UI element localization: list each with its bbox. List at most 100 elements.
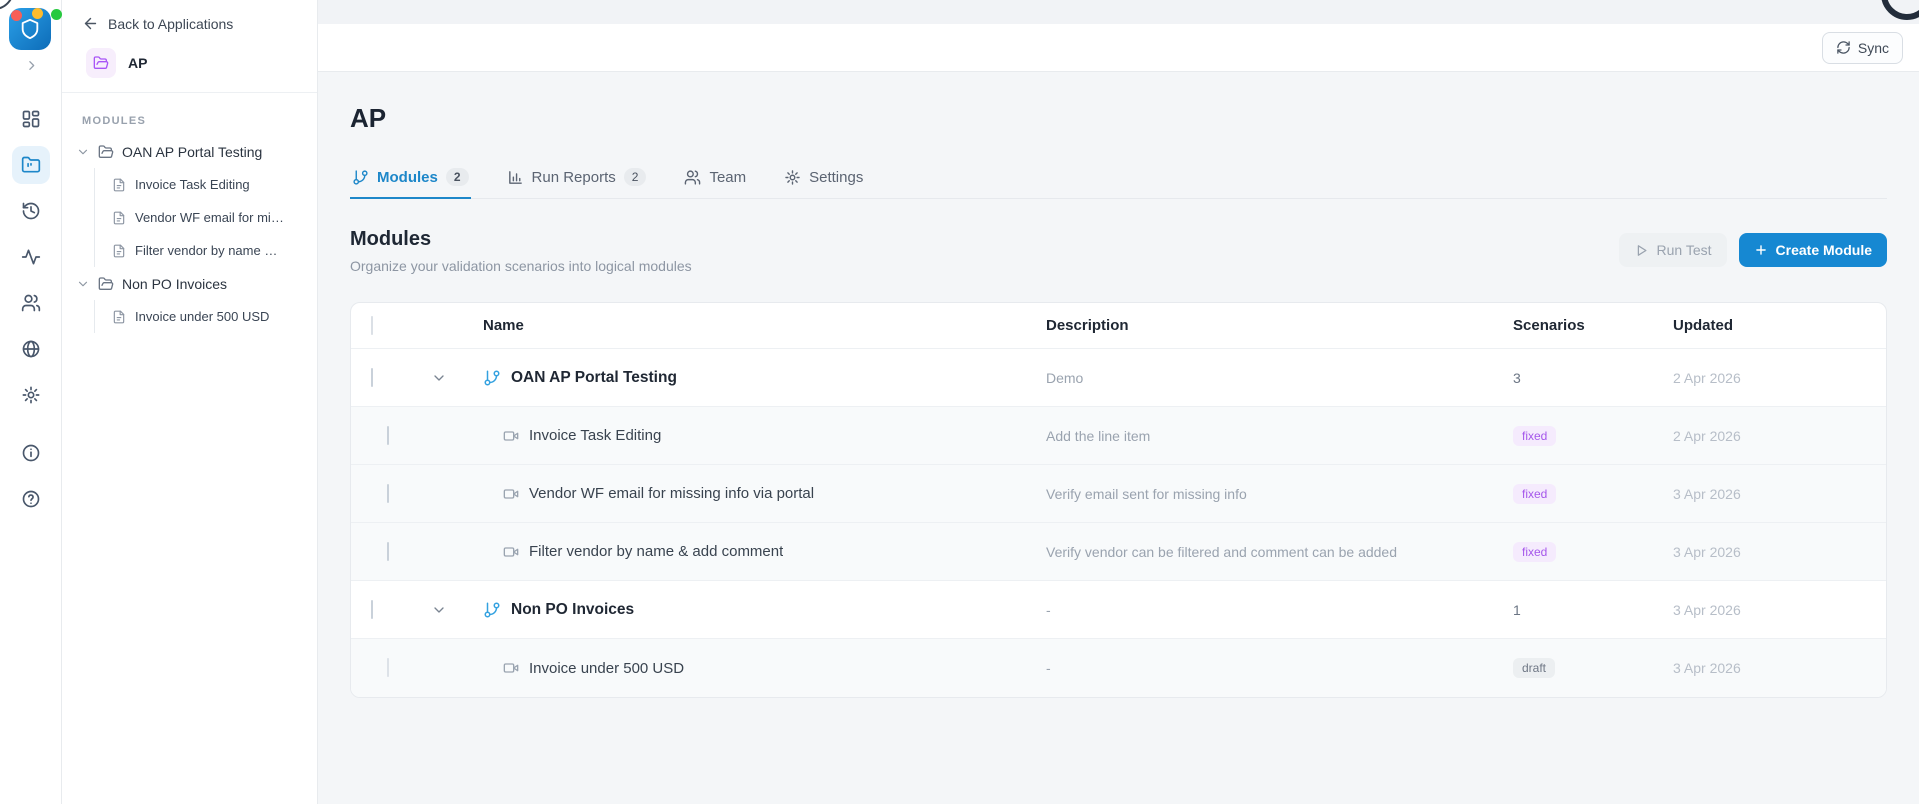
tab-run-reports[interactable]: Run Reports 2 [505, 159, 649, 198]
app-folder-badge [86, 48, 116, 78]
module-tree: OAN AP Portal Testing Invoice Task Editi… [62, 135, 317, 333]
column-header-scenarios: Scenarios [1513, 317, 1585, 334]
module-description: - [1046, 601, 1051, 618]
sync-label: Sync [1857, 39, 1889, 56]
select-all-checkbox[interactable] [371, 315, 373, 335]
run-test-label: Run Test [1656, 242, 1712, 258]
updated-date: 3 Apr 2026 [1673, 485, 1741, 502]
folder-open-icon [98, 276, 114, 292]
status-badge: fixed [1513, 541, 1557, 562]
create-module-button[interactable]: Create Module [1738, 233, 1887, 267]
sidebar-module-item[interactable]: Non PO Invoices [62, 267, 317, 300]
row-checkbox[interactable] [387, 425, 389, 445]
table-row-scenario[interactable]: Vendor WF email for missing info via por… [351, 465, 1886, 523]
file-icon [112, 178, 126, 192]
table-row-scenario[interactable]: Invoice Task Editing Add the line item f… [351, 407, 1886, 465]
sidebar-module-group: OAN AP Portal Testing Invoice Task Editi… [62, 135, 317, 267]
status-badge: fixed [1513, 483, 1557, 504]
tab-count-badge: 2 [623, 168, 647, 186]
table-row-module[interactable]: OAN AP Portal Testing Demo 3 2 Apr 2026 [351, 349, 1886, 407]
page-title: AP [350, 103, 387, 133]
video-icon [503, 428, 519, 444]
git-branch-icon [353, 169, 368, 185]
row-expander[interactable] [415, 370, 463, 386]
arrow-left-icon [84, 17, 97, 30]
section-subheading: Organize your validation scenarios into … [350, 258, 692, 274]
sync-button[interactable]: Sync [1821, 31, 1903, 64]
sidebar-scenario-label: Invoice Task Editing [135, 177, 250, 192]
back-to-applications-link[interactable]: Back to Applications [62, 0, 317, 38]
video-icon [503, 660, 519, 676]
traffic-light-green[interactable] [51, 9, 62, 20]
tab-settings[interactable]: Settings [782, 159, 865, 198]
rail-item-globe[interactable] [12, 330, 50, 368]
users-icon [685, 169, 701, 185]
updated-date: 2 Apr 2026 [1673, 427, 1741, 444]
tab-team[interactable]: Team [682, 159, 748, 198]
row-expander[interactable] [415, 602, 463, 618]
sidebar-expand-toggle[interactable] [0, 56, 62, 74]
current-app-row[interactable]: AP [62, 38, 317, 92]
chevron-down-icon[interactable] [76, 145, 90, 159]
row-checkbox[interactable] [387, 483, 389, 503]
sidebar-module-children: Invoice Task Editing Vendor WF email for… [94, 168, 317, 267]
row-checkbox[interactable] [387, 541, 389, 561]
column-header-name: Name [483, 317, 524, 334]
table-row-module[interactable]: Non PO Invoices - 1 3 Apr 2026 [351, 581, 1886, 639]
traffic-light-yellow[interactable] [32, 8, 43, 19]
rail-item-team[interactable] [12, 284, 50, 322]
sidebar-scenario-item[interactable]: Filter vendor by name & add comment [95, 234, 317, 267]
sidebar-scenario-item[interactable]: Vendor WF email for missing info via por… [95, 201, 317, 234]
table-row-scenario[interactable]: Invoice under 500 USD - draft 3 Apr 2026 [351, 639, 1886, 697]
sidebar-scenario-item[interactable]: Invoice under 500 USD [95, 300, 317, 333]
rail-item-info[interactable] [12, 434, 50, 472]
folder-icon [21, 156, 41, 173]
row-checkbox[interactable] [371, 599, 373, 619]
rail-item-history[interactable] [12, 192, 50, 230]
main-area: Sync AP Modules 2 Run Reports 2 Team Set… [318, 0, 1919, 804]
section-header: Modules Organize your validation scenari… [350, 226, 692, 274]
sidebar-module-label: OAN AP Portal Testing [122, 143, 263, 160]
tab-label: Settings [809, 168, 864, 186]
chevron-down-icon[interactable] [76, 277, 90, 291]
rail-item-settings[interactable] [12, 376, 50, 414]
history-icon [22, 202, 40, 220]
activity-icon [21, 249, 41, 265]
app-window: Back to Applications AP MODULES OAN AP P… [0, 0, 1919, 804]
rail-item-dashboard[interactable] [12, 100, 50, 138]
file-icon [112, 244, 126, 258]
bar-chart-icon [508, 170, 522, 184]
users-icon [21, 294, 41, 312]
globe-icon [22, 340, 40, 358]
status-badge: fixed [1513, 425, 1557, 446]
sidebar-scenario-label: Invoice under 500 USD [135, 309, 270, 324]
rail-item-activity[interactable] [12, 238, 50, 276]
run-test-button[interactable]: Run Test [1618, 233, 1727, 267]
tab-label: Modules [377, 168, 438, 186]
table-body: OAN AP Portal Testing Demo 3 2 Apr 2026 … [351, 349, 1886, 697]
scenario-description: - [1046, 660, 1051, 676]
updated-date: 3 Apr 2026 [1673, 543, 1741, 560]
scenario-name: Filter vendor by name & add comment [529, 543, 784, 560]
row-checkbox[interactable] [371, 367, 373, 387]
sidebar-module-group: Non PO Invoices Invoice under 500 USD [62, 267, 317, 333]
sidebar-scenario-item[interactable]: Invoice Task Editing [95, 168, 317, 201]
video-icon [503, 544, 519, 560]
info-icon [22, 444, 40, 462]
dashboard-grid-icon [22, 110, 40, 128]
plus-icon [1755, 245, 1766, 255]
section-actions: Run Test Create Module [1618, 233, 1887, 267]
tab-modules[interactable]: Modules 2 [350, 159, 471, 199]
sidebar-module-label: Non PO Invoices [122, 275, 228, 292]
row-checkbox[interactable] [387, 658, 389, 677]
file-icon [112, 310, 126, 324]
table-header-row: Name Description Scenarios Updated [351, 303, 1886, 349]
rail-item-projects[interactable] [12, 146, 50, 184]
rail-item-help[interactable] [12, 480, 50, 518]
table-row-scenario[interactable]: Filter vendor by name & add comment Veri… [351, 523, 1886, 581]
folder-open-icon [93, 56, 109, 70]
traffic-light-red[interactable] [11, 10, 22, 21]
sidebar-module-item[interactable]: OAN AP Portal Testing [62, 135, 317, 168]
scenario-name: Vendor WF email for missing info via por… [529, 485, 815, 502]
sidebar-module-children: Invoice under 500 USD [94, 300, 317, 333]
